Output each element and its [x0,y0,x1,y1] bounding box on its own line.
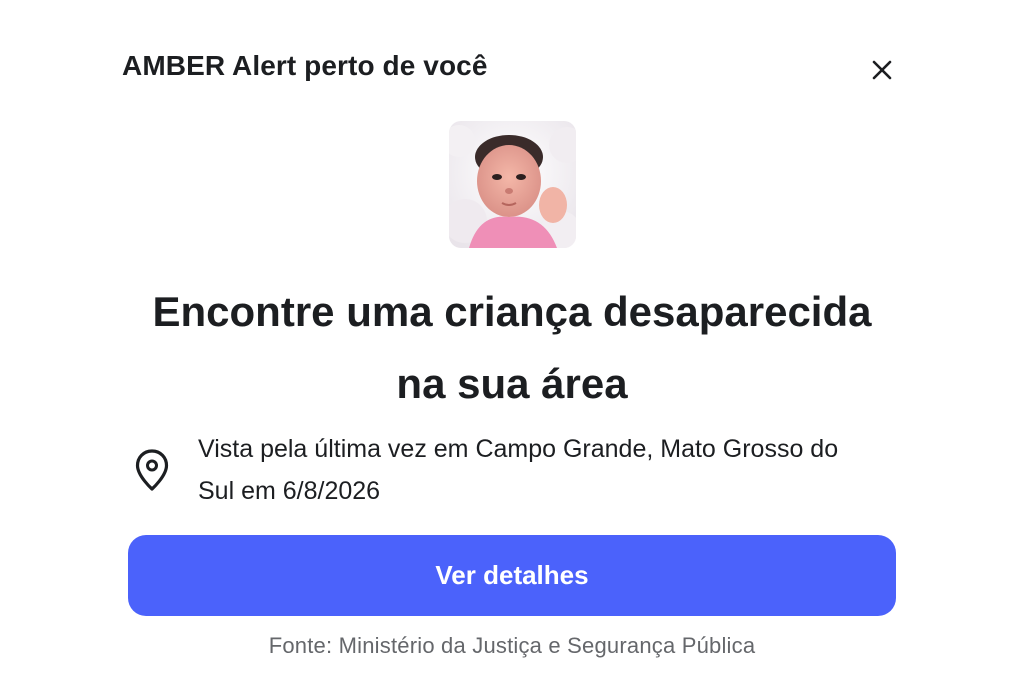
headline-line-2: na sua área [396,360,628,407]
headline-line-1: Encontre uma criança desaparecida [152,288,872,335]
last-seen-location: Vista pela última vez em Campo Grande, M… [132,428,892,512]
location-pin-icon [132,445,172,495]
see-details-button[interactable]: Ver detalhes [128,535,896,616]
source-text: Fonte: Ministério da Justiça e Segurança… [268,633,756,658]
alert-headline: Encontre uma criança desaparecida na sua… [0,276,1024,420]
dialog-title: AMBER Alert perto de você [122,50,488,81]
amber-alert-dialog: AMBER Alert perto de você Encontre uma c… [0,0,1024,683]
close-icon [872,60,892,80]
close-button[interactable] [864,52,900,88]
location-text: Vista pela última vez em Campo Grande, M… [198,435,839,505]
child-photo [449,121,576,248]
